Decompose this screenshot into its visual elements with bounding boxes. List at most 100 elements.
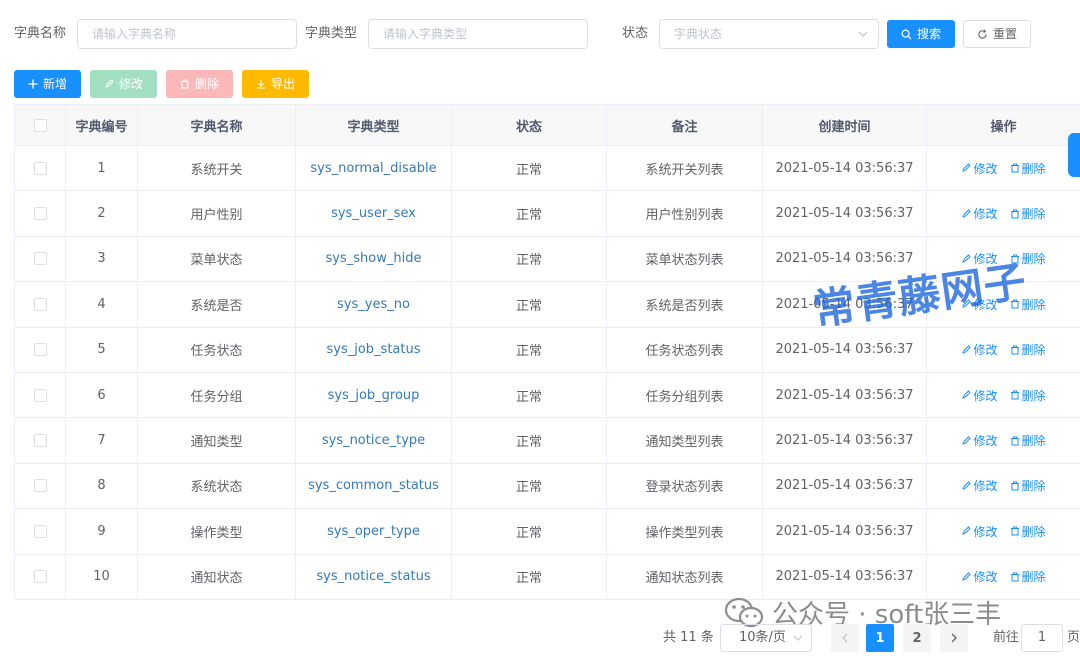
cell-dict-name: 任务状态 [138,327,296,372]
row-edit-button[interactable]: 修改 [961,432,998,449]
row-edit-button[interactable]: 修改 [961,341,998,358]
cell-dict-id: 9 [66,509,138,554]
cell-operations: 修改 删除 [927,418,1080,462]
row-delete-label: 删除 [1021,252,1046,267]
dict-table: 字典编号 字典名称 字典类型 状态 备注 创建时间 操作 1 系统开关 sys_no… [14,104,1080,600]
trash-icon [1010,390,1019,400]
cell-operations: 修改 删除 [927,146,1080,190]
settings-drawer-tab[interactable] [1068,133,1080,177]
edit-icon [105,79,114,88]
search-button[interactable]: 搜索 [887,20,955,48]
row-edit-button[interactable]: 修改 [961,205,998,222]
row-select-cell [14,146,66,191]
cell-status: 正常 [452,236,607,282]
cell-status: 正常 [452,554,607,599]
refresh-icon [978,29,987,39]
header-status: 状态 [452,105,607,145]
add-button[interactable]: 新增 [14,70,81,98]
dict-type-link[interactable]: sys_user_sex [331,206,416,221]
cell-dict-id: 1 [66,146,138,191]
row-edit-button[interactable]: 修改 [961,568,998,585]
cell-dict-name: 操作类型 [138,509,296,554]
prev-page-button[interactable] [831,624,859,652]
edit-icon [962,526,972,536]
row-checkbox[interactable] [33,524,47,538]
dict-type-link[interactable]: sys_job_group [328,388,420,403]
row-delete-button[interactable]: 删除 [1010,387,1046,404]
export-button-label: 导出 [270,77,295,91]
trash-icon [180,79,189,89]
edit-button-label: 修改 [118,77,143,91]
dict-type-link[interactable]: sys_show_hide [326,251,422,266]
dict-type-link[interactable]: sys_common_status [308,478,439,493]
row-edit-label: 修改 [973,161,998,176]
row-edit-label: 修改 [973,570,998,585]
page-size-select[interactable]: 10条/页 [720,624,812,652]
dict-type-input[interactable]: 请输入字典类型 [368,19,588,49]
row-checkbox[interactable] [33,434,47,448]
page-button-1[interactable]: 1 [866,624,894,652]
header-operations: 操作 [990,119,1017,135]
edit-icon [962,435,972,445]
search-button-label: 搜索 [916,27,941,41]
row-edit-button[interactable]: 修改 [961,523,998,540]
cell-operations: 修改 删除 [927,509,1080,553]
cell-remark: 系统是否列表 [607,282,763,327]
row-edit-button[interactable]: 修改 [961,160,998,177]
next-page-button[interactable] [940,624,968,652]
cell-dict-id: 6 [66,372,138,418]
row-checkbox[interactable] [33,161,47,175]
reset-button-label: 重置 [992,27,1017,41]
row-delete-button[interactable]: 删除 [1010,523,1046,540]
row-select-cell [14,282,66,327]
cell-remark: 登录状态列表 [607,463,763,509]
row-edit-label: 修改 [973,343,998,358]
goto-suffix: 页 [1067,630,1080,645]
status-label: 状态 [622,26,649,41]
dict-type-link[interactable]: sys_oper_type [327,524,420,539]
dict-type-link[interactable]: sys_notice_type [322,433,425,448]
dict-type-link[interactable]: sys_notice_status [316,569,430,584]
dict-type-link[interactable]: sys_normal_disable [310,161,436,176]
row-checkbox[interactable] [33,297,47,311]
dict-name-input[interactable]: 请输入字典名称 [77,19,297,49]
row-checkbox[interactable] [33,252,47,266]
cell-dict-name: 任务分组 [138,372,296,418]
row-delete-button[interactable]: 删除 [1010,477,1046,494]
reset-button[interactable]: 重置 [963,20,1031,48]
dict-type-link[interactable]: sys_yes_no [337,297,410,312]
row-checkbox[interactable] [33,570,47,584]
row-delete-button[interactable]: 删除 [1010,568,1046,585]
cell-dict-name: 系统状态 [138,463,296,509]
row-select-cell [14,191,66,236]
cell-created-time: 2021-05-14 03:56:37 [763,463,927,509]
cell-dict-id: 4 [66,282,138,327]
goto-page-input[interactable]: 1 [1021,624,1063,652]
row-edit-button[interactable]: 修改 [961,477,998,494]
row-delete-button[interactable]: 删除 [1010,432,1046,449]
row-delete-button[interactable]: 删除 [1010,160,1046,177]
edit-button[interactable]: 修改 [90,70,157,98]
row-checkbox[interactable] [33,479,47,493]
export-button[interactable]: 导出 [242,70,309,98]
page-size-value: 10条/页 [739,630,786,645]
page-button-2[interactable]: 2 [903,624,931,652]
edit-icon [962,481,972,490]
add-button-label: 新增 [42,77,67,91]
cell-status: 正常 [452,191,607,236]
row-delete-button[interactable]: 删除 [1010,341,1046,358]
cell-status: 正常 [452,146,607,191]
cell-dict-name: 系统是否 [138,282,296,327]
status-select[interactable]: 字典状态 [659,19,879,49]
select-all-checkbox[interactable] [33,118,47,132]
row-checkbox[interactable] [33,388,47,402]
delete-button[interactable]: 删除 [166,70,233,98]
row-delete-button[interactable]: 删除 [1010,205,1046,222]
cell-status: 正常 [452,282,607,327]
row-checkbox[interactable] [33,343,47,357]
chevron-down-icon [793,635,803,641]
row-edit-button[interactable]: 修改 [961,387,998,404]
trash-icon [1010,436,1019,446]
row-checkbox[interactable] [33,207,47,221]
dict-type-link[interactable]: sys_job_status [326,342,420,357]
